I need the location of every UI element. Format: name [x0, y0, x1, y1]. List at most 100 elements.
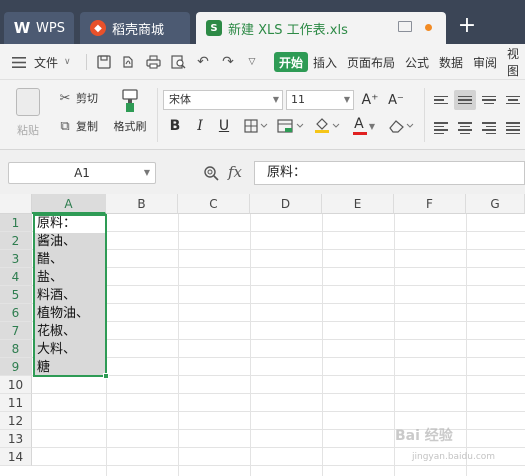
bold-button[interactable]: B: [165, 116, 185, 136]
file-menu[interactable]: 文件 ∨: [34, 44, 71, 80]
chevron-down-icon: ▼: [368, 121, 376, 131]
row-header-7[interactable]: 7: [0, 322, 32, 340]
align-center-button[interactable]: [454, 118, 476, 138]
print-preview-icon[interactable]: [168, 44, 188, 80]
row-header-12[interactable]: 12: [0, 412, 32, 430]
fill-handle[interactable]: [103, 373, 109, 379]
divider: [86, 54, 87, 70]
row-header-8[interactable]: 8: [0, 340, 32, 358]
zoom-search-icon[interactable]: [203, 165, 219, 185]
cell-a3[interactable]: 醋、: [34, 251, 106, 269]
row-header-1[interactable]: 1: [0, 214, 32, 232]
baidu-watermark: Bai 经验: [395, 428, 453, 444]
font-name-select[interactable]: 宋体 ▼: [163, 90, 283, 110]
print-icon[interactable]: [143, 44, 163, 80]
copy-icon: ⧉: [60, 118, 70, 134]
save-icon[interactable]: [94, 44, 114, 80]
ribbon-home: 粘贴 ✂ 剪切 ⧉ 复制 格式刷 宋体 ▼ 11 ▼ A⁺ A⁻ B I U A…: [0, 80, 525, 150]
tab-current-document[interactable]: S 新建 XLS 工作表.xls: [196, 12, 446, 44]
column-header-g[interactable]: G: [466, 194, 525, 214]
scissors-icon: ✂: [59, 90, 71, 106]
monitor-icon[interactable]: [398, 21, 412, 32]
name-box[interactable]: A1 ▼: [8, 162, 156, 184]
file-menu-label: 文件: [34, 55, 59, 70]
wrap-text-button[interactable]: [502, 90, 524, 110]
export-pdf-icon[interactable]: [118, 44, 138, 80]
docer-store-icon: ◆: [90, 20, 106, 36]
cell-a2[interactable]: 酱油、: [34, 233, 106, 251]
row-header-14[interactable]: 14: [0, 448, 32, 466]
fill-color-button[interactable]: [312, 116, 342, 136]
divider: [157, 88, 158, 142]
quick-access-dropdown-icon[interactable]: ▽: [242, 44, 262, 80]
paste-label: 粘贴: [17, 124, 39, 137]
tab-start[interactable]: 开始: [274, 52, 309, 72]
tab-insert[interactable]: 插入: [313, 44, 337, 80]
tab-wps-home[interactable]: W WPS: [4, 12, 74, 44]
row-header-5[interactable]: 5: [0, 286, 32, 304]
tab-formulas[interactable]: 公式: [405, 44, 429, 80]
font-color-button[interactable]: A ▼: [348, 116, 378, 136]
column-header-a[interactable]: A: [32, 194, 106, 214]
tab-docer-store[interactable]: ◆ 稻壳商城: [80, 12, 190, 44]
cell-style-button[interactable]: [276, 116, 306, 136]
column-header-d[interactable]: D: [250, 194, 322, 214]
borders-button[interactable]: [242, 116, 270, 136]
increase-font-size-button[interactable]: A⁺: [360, 90, 380, 110]
divider: [424, 88, 425, 142]
paste-button[interactable]: 粘贴: [10, 88, 46, 138]
select-all-corner[interactable]: [0, 194, 32, 214]
cell-a4[interactable]: 盐、: [34, 269, 106, 287]
wps-logo-icon: W: [13, 19, 31, 37]
row-header-10[interactable]: 10: [0, 376, 32, 394]
cell-a9[interactable]: 糖: [34, 359, 106, 377]
row-header-11[interactable]: 11: [0, 394, 32, 412]
clear-format-button[interactable]: [386, 116, 416, 136]
underline-button[interactable]: U: [214, 116, 234, 136]
column-header-f[interactable]: F: [394, 194, 466, 214]
column-header-e[interactable]: E: [322, 194, 394, 214]
paint-bucket-icon: [315, 118, 340, 133]
new-tab-button[interactable]: +: [454, 14, 480, 40]
font-name-value: 宋体: [169, 93, 191, 106]
row-header-2[interactable]: 2: [0, 232, 32, 250]
hamburger-menu-icon[interactable]: [12, 44, 28, 80]
insert-function-icon[interactable]: fx: [228, 163, 242, 181]
align-left-button[interactable]: [430, 118, 452, 138]
row-header-3[interactable]: 3: [0, 250, 32, 268]
decrease-font-size-button[interactable]: A⁻: [386, 90, 406, 110]
cell-a1[interactable]: 原料：: [34, 215, 106, 233]
row-header-13[interactable]: 13: [0, 430, 32, 448]
row-header-4[interactable]: 4: [0, 268, 32, 286]
formula-input[interactable]: 原料：: [254, 161, 525, 185]
cell-a5[interactable]: 料酒、: [34, 287, 106, 305]
font-size-select[interactable]: 11 ▼: [286, 90, 354, 110]
copy-button[interactable]: ⧉ 复制: [56, 118, 98, 134]
column-header-c[interactable]: C: [178, 194, 250, 214]
chevron-down-icon: ∨: [64, 57, 71, 67]
tab-review[interactable]: 审阅: [473, 44, 497, 80]
row-header-9[interactable]: 9: [0, 358, 32, 376]
row-header-6[interactable]: 6: [0, 304, 32, 322]
cell-a7[interactable]: 花椒、: [34, 323, 106, 341]
cut-button[interactable]: ✂ 剪切: [56, 90, 98, 106]
align-top-button[interactable]: [430, 90, 452, 110]
align-right-button[interactable]: [478, 118, 500, 138]
cut-label: 剪切: [76, 92, 98, 105]
italic-button[interactable]: I: [190, 116, 210, 136]
tab-data[interactable]: 数据: [439, 44, 463, 80]
align-bottom-button[interactable]: [478, 90, 500, 110]
column-header-b[interactable]: B: [106, 194, 178, 214]
redo-icon[interactable]: ↷: [218, 44, 238, 80]
align-middle-button[interactable]: [454, 90, 476, 110]
tab-page-layout[interactable]: 页面布局: [347, 44, 395, 80]
tab-view[interactable]: 视图: [507, 44, 525, 80]
cell-a8[interactable]: 大料、: [34, 341, 106, 359]
cell-style-icon: [277, 119, 304, 133]
name-box-value: A1: [74, 166, 90, 180]
cell-a6[interactable]: 植物油、: [34, 305, 106, 323]
tab-label: 稻壳商城: [112, 22, 165, 38]
justify-button[interactable]: [502, 118, 524, 138]
undo-icon[interactable]: ↶: [193, 44, 213, 80]
format-painter-button[interactable]: 格式刷: [108, 88, 152, 134]
